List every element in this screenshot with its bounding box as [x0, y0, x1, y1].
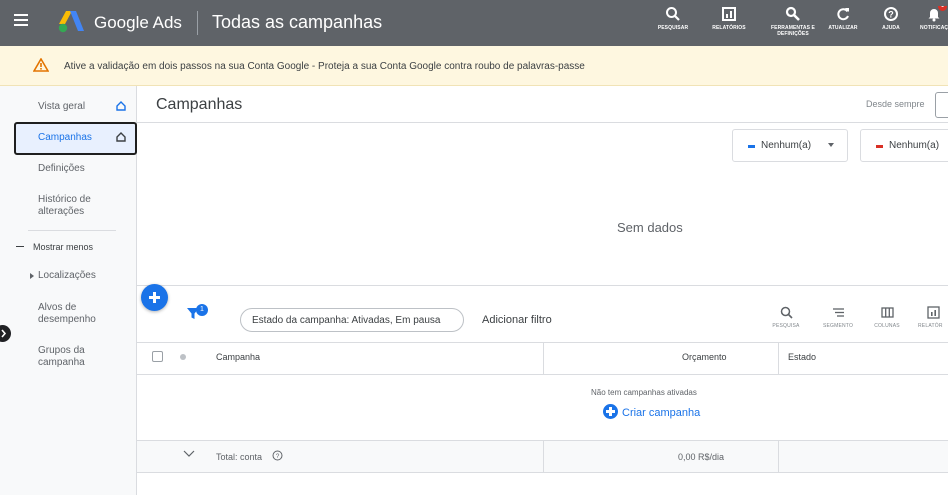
search-button[interactable]: PESQUISAR — [650, 6, 696, 31]
add-filter-button[interactable]: Adicionar filtro — [482, 314, 552, 326]
table-search-button[interactable]: PESQUISA — [771, 306, 801, 329]
minus-icon — [16, 246, 24, 247]
column-header-campaign[interactable]: Campanha — [216, 352, 260, 362]
refresh-label: ATUALIZAR — [828, 25, 858, 31]
metric-selector-2[interactable]: Nenhum(a) — [860, 129, 948, 162]
chart-divider — [137, 285, 948, 286]
tools-label: FERRAMENTAS E DEFINIÇÕES — [771, 25, 815, 37]
date-range-picker[interactable] — [935, 92, 948, 118]
help-icon: ? — [884, 7, 898, 21]
google-ads-logo — [58, 11, 84, 33]
page-title: Campanhas — [156, 96, 243, 113]
sidebar-divider — [28, 230, 116, 231]
search-label: PESQUISAR — [657, 25, 689, 31]
sidebar-item-label: Definições — [38, 163, 85, 174]
page-heading: Todas as campanhas — [212, 12, 383, 32]
segment-button[interactable]: SEGMENTO — [818, 306, 858, 329]
column-header-status[interactable]: Estado — [788, 352, 816, 362]
campaign-status-filter-chip[interactable]: Estado da campanha: Ativadas, Em pausa — [240, 308, 464, 332]
sidebar-item-label: Vista geral — [38, 101, 86, 112]
total-label: Total: conta — [216, 452, 263, 462]
search-icon — [780, 306, 793, 319]
metric-selector-1[interactable]: Nenhum(a) — [732, 129, 848, 162]
chevron-right-icon — [1, 329, 7, 338]
sidebar-item-label: Grupos da campanha — [38, 345, 85, 368]
search-icon — [666, 7, 680, 21]
columns-button[interactable]: COLUNAS — [867, 306, 907, 329]
reports-label: RELATÓRIOS — [712, 25, 746, 31]
security-banner: Ative a validação em dois passos na sua … — [0, 46, 948, 86]
refresh-icon — [837, 8, 849, 21]
wrench-icon — [785, 6, 800, 21]
empty-table-message: Não tem campanhas ativadas — [591, 388, 697, 397]
sidebar-item-label: Campanhas — [38, 132, 92, 143]
metric-color-swatch — [876, 145, 883, 148]
reports-icon — [926, 306, 940, 319]
tool-label: PESQUISA — [772, 323, 800, 329]
metric-selector-label: Nenhum(a) — [761, 140, 812, 151]
chevron-down-icon — [828, 143, 834, 147]
reports-button[interactable]: RELATÓRIOS — [706, 6, 752, 31]
column-divider — [778, 342, 779, 375]
top-divider — [197, 11, 198, 35]
add-circle-icon — [603, 404, 618, 419]
create-campaign-link[interactable]: Criar campanha — [603, 404, 700, 419]
tools-settings-button[interactable]: FERRAMENTAS E DEFINIÇÕES — [766, 6, 820, 37]
sidebar-item-label: Mostrar menos — [33, 242, 94, 252]
tool-label: RELATÓR — [918, 323, 943, 329]
help-icon[interactable]: ? — [272, 450, 283, 461]
svg-text:?: ? — [888, 10, 894, 20]
table-reports-button[interactable]: RELATÓR — [918, 306, 948, 329]
add-campaign-button[interactable] — [141, 284, 168, 311]
app-name: Google Ads — [94, 13, 182, 32]
help-button[interactable]: ? AJUDA — [874, 6, 908, 31]
table-header-border — [137, 374, 948, 375]
warning-icon — [33, 58, 49, 72]
notifications-button[interactable]: 1 NOTIFICAÇ — [920, 6, 948, 31]
sidebar-item-label: Alvos de desempenho — [38, 302, 96, 325]
sidebar-item-label: Histórico de alterações — [38, 194, 91, 217]
chevron-down-icon[interactable] — [183, 450, 195, 458]
banner-text[interactable]: Ative a validação em dois passos na sua … — [64, 61, 585, 72]
notifications-label: NOTIFICAÇ — [920, 25, 948, 31]
collapse-sidebar-button[interactable] — [0, 325, 11, 342]
top-bar: Google Ads Todas as campanhas PESQUISAR … — [0, 0, 948, 46]
column-header-budget[interactable]: Orçamento — [682, 352, 727, 362]
column-divider — [543, 441, 544, 472]
tool-label: SEGMENTO — [822, 323, 854, 329]
expand-arrow-icon — [30, 273, 34, 279]
filter-count-badge: 1 — [196, 304, 208, 316]
help-label: AJUDA — [882, 25, 900, 31]
columns-icon — [880, 307, 894, 318]
date-range-label: Desde sempre — [866, 99, 925, 109]
refresh-button[interactable]: ATUALIZAR — [822, 6, 864, 31]
home-icon — [116, 101, 126, 111]
select-all-checkbox[interactable] — [152, 351, 163, 362]
column-divider — [543, 342, 544, 375]
segment-icon — [832, 308, 844, 317]
tool-label: COLUNAS — [874, 323, 900, 329]
no-data-message: Sem dados — [617, 220, 683, 235]
total-budget-value: 0,00 R$/dia — [678, 452, 725, 462]
metric-color-swatch — [748, 145, 755, 148]
menu-icon[interactable] — [14, 14, 28, 26]
notification-badge: 1 — [938, 6, 947, 11]
table-bottom-border — [137, 472, 948, 473]
column-divider — [778, 441, 779, 472]
svg-text:?: ? — [276, 453, 280, 460]
status-dot-icon — [180, 354, 186, 360]
sidebar-item-label: Localizações — [38, 270, 96, 281]
home-icon — [116, 132, 126, 142]
metric-selector-label: Nenhum(a) — [889, 140, 940, 151]
reports-icon — [722, 7, 736, 21]
